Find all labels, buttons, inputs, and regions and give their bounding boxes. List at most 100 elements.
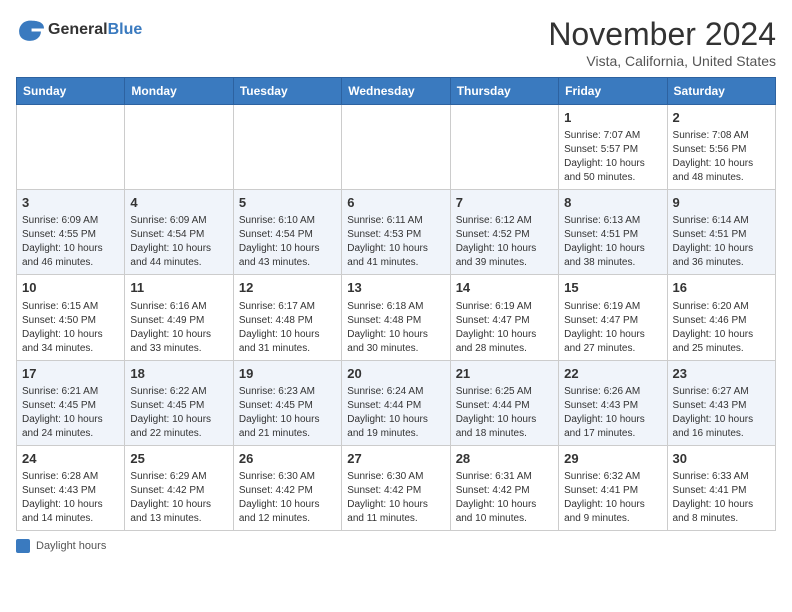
logo-text: GeneralBlue: [48, 21, 142, 39]
calendar-week-row: 1 Sunrise: 7:07 AM Sunset: 5:57 PM Daylig…: [17, 105, 776, 190]
daylight-icon: [16, 539, 30, 553]
calendar-cell: 9Sunrise: 6:14 AM Sunset: 4:51 PM Daylig…: [667, 190, 775, 275]
day-info: Sunrise: 6:14 AM Sunset: 4:51 PM Dayligh…: [673, 214, 770, 270]
day-number: 23: [673, 365, 770, 383]
day-number: 8: [564, 194, 661, 212]
day-number: 21: [456, 365, 553, 383]
page-header: GeneralBlue November 2024 Vista, Califor…: [16, 16, 776, 69]
day-number: 29: [564, 450, 661, 468]
day-info: Sunrise: 6:21 AM Sunset: 4:45 PM Dayligh…: [22, 385, 119, 441]
calendar-cell: 29 Sunrise: 6:32 AM Sunset: 4:41 PM Dayli…: [559, 445, 667, 530]
calendar-cell: 27 Sunrise: 6:30 AM Sunset: 4:42 PM Dayli…: [342, 445, 450, 530]
day-number: 1: [564, 109, 661, 127]
day-number: 18: [130, 365, 227, 383]
day-number: 3: [22, 194, 119, 212]
day-number: 4: [130, 194, 227, 212]
calendar-cell: 7 Sunrise: 6:12 AM Sunset: 4:52 PM Daylig…: [450, 190, 558, 275]
weekday-header-tuesday: Tuesday: [233, 78, 341, 105]
calendar-cell: 1 Sunrise: 7:07 AM Sunset: 5:57 PM Daylig…: [559, 105, 667, 190]
day-info: Sunrise: 6:10 AM Sunset: 4:54 PM Dayligh…: [239, 214, 336, 270]
day-number: 30: [673, 450, 770, 468]
day-info: Sunrise: 6:19 AM Sunset: 4:47 PM Dayligh…: [564, 300, 661, 356]
day-info: Sunrise: 6:27 AM Sunset: 4:43 PM Dayligh…: [673, 385, 770, 441]
calendar-cell: 14 Sunrise: 6:19 AM Sunset: 4:47 PM Dayli…: [450, 275, 558, 360]
calendar-cell: [450, 105, 558, 190]
calendar-cell: 11 Sunrise: 6:16 AM Sunset: 4:49 PM Dayli…: [125, 275, 233, 360]
calendar-cell: 2 Sunrise: 7:08 AM Sunset: 5:56 PM Daylig…: [667, 105, 775, 190]
calendar-cell: 17Sunrise: 6:21 AM Sunset: 4:45 PM Dayli…: [17, 360, 125, 445]
calendar-cell: 3 Sunrise: 6:09 AM Sunset: 4:55 PM Daylig…: [17, 190, 125, 275]
day-info: Sunrise: 6:18 AM Sunset: 4:48 PM Dayligh…: [347, 300, 444, 356]
day-info: Sunrise: 6:11 AM Sunset: 4:53 PM Dayligh…: [347, 214, 444, 270]
location: Vista, California, United States: [548, 53, 776, 69]
day-number: 19: [239, 365, 336, 383]
month-title: November 2024: [548, 16, 776, 53]
day-number: 24: [22, 450, 119, 468]
calendar-cell: 20 Sunrise: 6:24 AM Sunset: 4:44 PM Dayli…: [342, 360, 450, 445]
calendar-cell: 25 Sunrise: 6:29 AM Sunset: 4:42 PM Dayli…: [125, 445, 233, 530]
day-number: 25: [130, 450, 227, 468]
day-info: Sunrise: 6:16 AM Sunset: 4:49 PM Dayligh…: [130, 300, 227, 356]
day-number: 20: [347, 365, 444, 383]
logo-icon: [16, 16, 44, 44]
day-info: Sunrise: 6:13 AM Sunset: 4:51 PM Dayligh…: [564, 214, 661, 270]
day-info: Sunrise: 6:19 AM Sunset: 4:47 PM Dayligh…: [456, 300, 553, 356]
calendar-week-row: 3 Sunrise: 6:09 AM Sunset: 4:55 PM Daylig…: [17, 190, 776, 275]
day-info: Sunrise: 6:15 AM Sunset: 4:50 PM Dayligh…: [22, 300, 119, 356]
calendar-cell: 30 Sunrise: 6:33 AM Sunset: 4:41 PM Dayli…: [667, 445, 775, 530]
day-info: Sunrise: 6:22 AM Sunset: 4:45 PM Dayligh…: [130, 385, 227, 441]
day-number: 26: [239, 450, 336, 468]
calendar-table: SundayMondayTuesdayWednesdayThursdayFrid…: [16, 77, 776, 531]
calendar-cell: 18 Sunrise: 6:22 AM Sunset: 4:45 PM Dayli…: [125, 360, 233, 445]
calendar-cell: 16 Sunrise: 6:20 AM Sunset: 4:46 PM Dayli…: [667, 275, 775, 360]
day-number: 15: [564, 279, 661, 297]
day-number: 10: [22, 279, 119, 297]
day-number: 6: [347, 194, 444, 212]
calendar-cell: 21Sunrise: 6:25 AM Sunset: 4:44 PM Dayli…: [450, 360, 558, 445]
calendar-cell: 8 Sunrise: 6:13 AM Sunset: 4:51 PM Daylig…: [559, 190, 667, 275]
day-number: 22: [564, 365, 661, 383]
calendar-cell: 4Sunrise: 6:09 AM Sunset: 4:54 PM Daylig…: [125, 190, 233, 275]
calendar-cell: 19 Sunrise: 6:23 AM Sunset: 4:45 PM Dayli…: [233, 360, 341, 445]
day-info: Sunrise: 6:09 AM Sunset: 4:55 PM Dayligh…: [22, 214, 119, 270]
day-info: Sunrise: 6:32 AM Sunset: 4:41 PM Dayligh…: [564, 470, 661, 526]
day-info: Sunrise: 6:30 AM Sunset: 4:42 PM Dayligh…: [347, 470, 444, 526]
day-info: Sunrise: 6:30 AM Sunset: 4:42 PM Dayligh…: [239, 470, 336, 526]
day-number: 2: [673, 109, 770, 127]
calendar-cell: 28Sunrise: 6:31 AM Sunset: 4:42 PM Dayli…: [450, 445, 558, 530]
day-number: 5: [239, 194, 336, 212]
day-info: Sunrise: 7:08 AM Sunset: 5:56 PM Dayligh…: [673, 129, 770, 185]
weekday-header-row: SundayMondayTuesdayWednesdayThursdayFrid…: [17, 78, 776, 105]
calendar-cell: 10 Sunrise: 6:15 AM Sunset: 4:50 PM Dayli…: [17, 275, 125, 360]
day-number: 11: [130, 279, 227, 297]
day-number: 12: [239, 279, 336, 297]
day-info: Sunrise: 7:07 AM Sunset: 5:57 PM Dayligh…: [564, 129, 661, 185]
calendar-cell: 6 Sunrise: 6:11 AM Sunset: 4:53 PM Daylig…: [342, 190, 450, 275]
day-info: Sunrise: 6:33 AM Sunset: 4:41 PM Dayligh…: [673, 470, 770, 526]
weekday-header-sunday: Sunday: [17, 78, 125, 105]
weekday-header-wednesday: Wednesday: [342, 78, 450, 105]
day-number: 13: [347, 279, 444, 297]
calendar-cell: [342, 105, 450, 190]
day-info: Sunrise: 6:23 AM Sunset: 4:45 PM Dayligh…: [239, 385, 336, 441]
day-info: Sunrise: 6:29 AM Sunset: 4:42 PM Dayligh…: [130, 470, 227, 526]
day-info: Sunrise: 6:24 AM Sunset: 4:44 PM Dayligh…: [347, 385, 444, 441]
weekday-header-friday: Friday: [559, 78, 667, 105]
day-info: Sunrise: 6:20 AM Sunset: 4:46 PM Dayligh…: [673, 300, 770, 356]
day-info: Sunrise: 6:28 AM Sunset: 4:43 PM Dayligh…: [22, 470, 119, 526]
day-number: 16: [673, 279, 770, 297]
daylight-label: Daylight hours: [36, 540, 106, 552]
title-block: November 2024 Vista, California, United …: [548, 16, 776, 69]
calendar-cell: 23 Sunrise: 6:27 AM Sunset: 4:43 PM Dayli…: [667, 360, 775, 445]
calendar-cell: 22Sunrise: 6:26 AM Sunset: 4:43 PM Dayli…: [559, 360, 667, 445]
day-number: 27: [347, 450, 444, 468]
calendar-cell: [233, 105, 341, 190]
logo: GeneralBlue: [16, 16, 142, 44]
day-info: Sunrise: 6:12 AM Sunset: 4:52 PM Dayligh…: [456, 214, 553, 270]
weekday-header-saturday: Saturday: [667, 78, 775, 105]
calendar-cell: 26 Sunrise: 6:30 AM Sunset: 4:42 PM Dayli…: [233, 445, 341, 530]
day-number: 14: [456, 279, 553, 297]
calendar-week-row: 10 Sunrise: 6:15 AM Sunset: 4:50 PM Dayli…: [17, 275, 776, 360]
calendar-cell: 13 Sunrise: 6:18 AM Sunset: 4:48 PM Dayli…: [342, 275, 450, 360]
day-number: 7: [456, 194, 553, 212]
